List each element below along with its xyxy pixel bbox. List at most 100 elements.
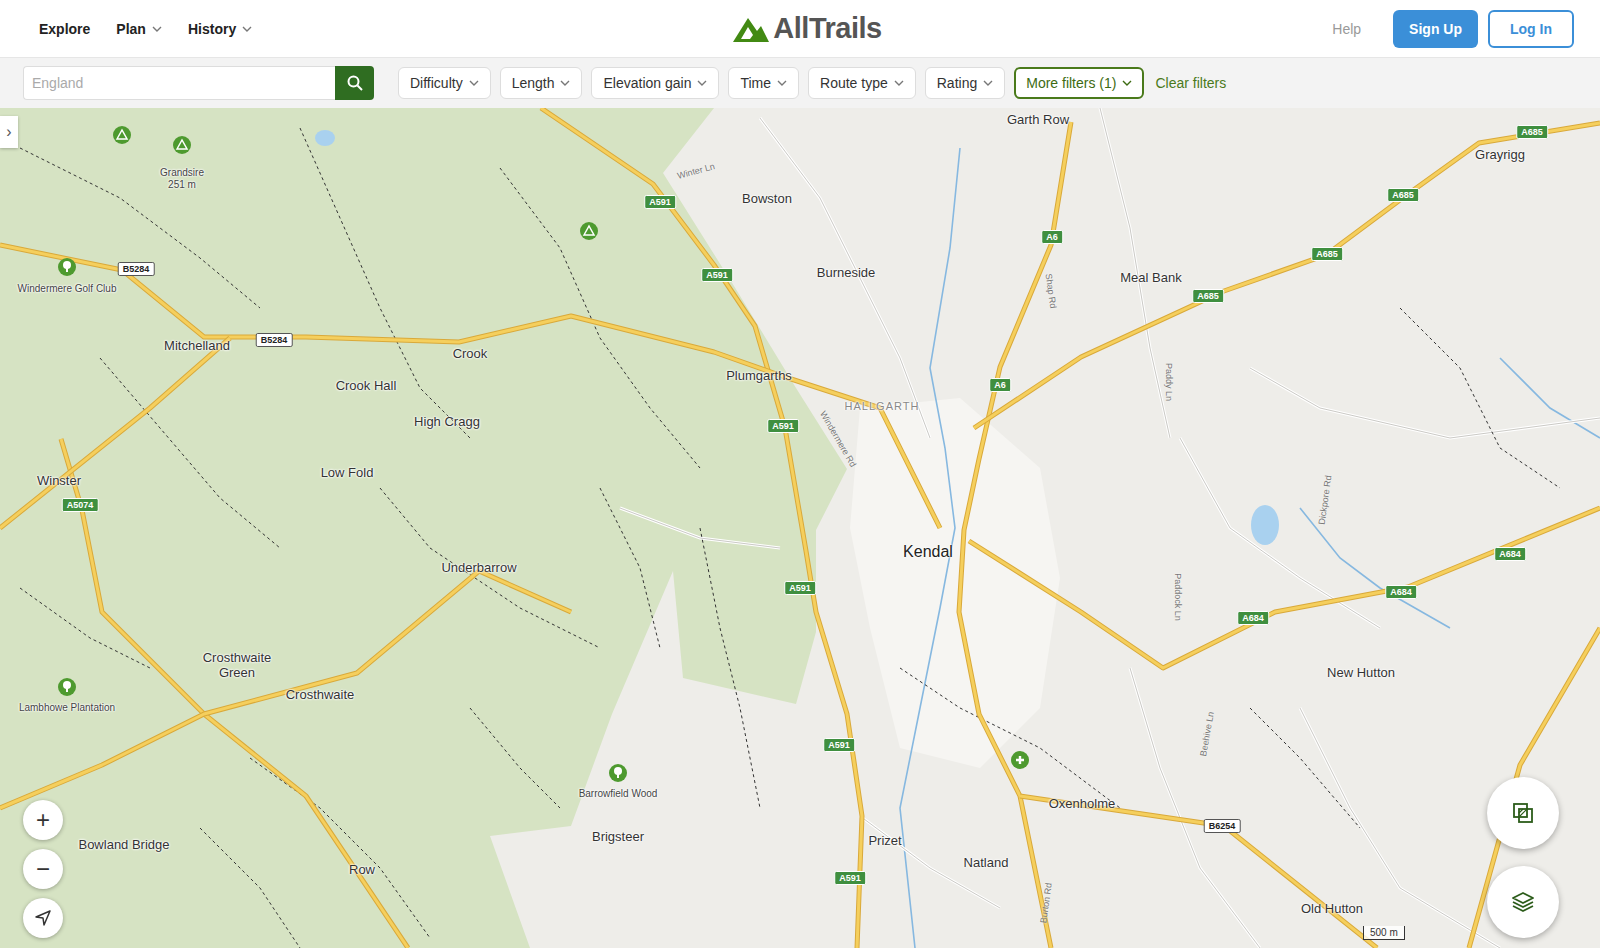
search-input[interactable] (23, 66, 335, 100)
filter-chip[interactable]: Length (500, 67, 583, 99)
place-label: Brigsteer (592, 830, 644, 845)
nav-item[interactable]: Plan (116, 21, 162, 37)
place-label: Prizet (868, 834, 901, 849)
chevron-icon (697, 80, 707, 86)
minor-road (1250, 368, 1600, 438)
place-label: Lambhowe Plantation (19, 702, 115, 714)
place-label: Bowston (742, 192, 792, 207)
filter-chip[interactable]: Difficulty (398, 67, 491, 99)
minor-road-edge (1300, 708, 1500, 948)
major-road (0, 245, 785, 377)
town-area (850, 398, 1060, 768)
map-canvas[interactable] (0, 108, 1600, 948)
nav-item[interactable]: History (188, 21, 252, 37)
peak-icon[interactable] (113, 126, 131, 144)
layers-icon (1511, 890, 1535, 914)
filter-chip[interactable]: More filters (1) (1014, 67, 1144, 99)
filter-chip[interactable]: Rating (925, 67, 1005, 99)
river (900, 148, 960, 948)
lake (1251, 505, 1279, 545)
river (1300, 508, 1450, 628)
search-box (23, 66, 374, 100)
trail[interactable] (1400, 308, 1560, 488)
place-label: Burneside (817, 266, 876, 281)
trail[interactable] (600, 488, 660, 648)
major-road (61, 439, 408, 948)
place-label: Old Hutton (1301, 902, 1363, 917)
minor-road (1300, 708, 1500, 948)
major-road-fill (0, 571, 571, 808)
park-icon[interactable] (58, 258, 76, 276)
trail[interactable] (100, 358, 280, 548)
map-buttons (1487, 777, 1559, 938)
park-icon[interactable] (609, 764, 627, 782)
filter-chip[interactable]: Elevation gain (591, 67, 719, 99)
sidebar-toggle[interactable]: › (0, 116, 18, 148)
help-link[interactable]: Help (1332, 21, 1361, 37)
search-button[interactable] (335, 66, 374, 100)
log-in-button[interactable]: Log In (1488, 10, 1574, 48)
place-label: Low Fold (321, 466, 374, 481)
zoom-button[interactable]: − (23, 849, 63, 889)
place-label: CrosthwaiteGreen (203, 651, 272, 681)
layers-button[interactable] (1487, 866, 1559, 938)
chevron-icon (152, 26, 162, 32)
chevron-icon (983, 80, 993, 86)
major-road-fill (0, 338, 230, 528)
major-road (1469, 628, 1600, 948)
major-road-fill (1020, 796, 1377, 948)
road-badge: A591 (784, 581, 816, 595)
place-label: Garth Row (1007, 113, 1069, 128)
locate-button[interactable] (23, 898, 63, 938)
trail[interactable] (700, 528, 760, 808)
major-road (0, 338, 230, 528)
road-badge: A6 (989, 378, 1011, 392)
peak-icon[interactable] (173, 136, 191, 154)
major-road-fill (541, 108, 862, 948)
trail[interactable] (20, 588, 150, 668)
street-label: Paddy Ln (1164, 363, 1174, 401)
location-arrow-icon (35, 910, 51, 926)
major-road (785, 377, 940, 528)
logo[interactable]: AllTrails (731, 12, 881, 45)
minor-road (760, 118, 930, 438)
trail[interactable] (900, 668, 1120, 808)
hospital-icon[interactable] (1011, 751, 1029, 769)
road-badge: A591 (834, 871, 866, 885)
major-road-fill (1469, 628, 1600, 948)
map[interactable]: Winter LnWindermere RdShap RdPaddy LnDic… (0, 108, 1600, 948)
sign-up-button[interactable]: Sign Up (1393, 10, 1478, 48)
filter-chip[interactable]: Route type (808, 67, 916, 99)
major-road (974, 123, 1600, 428)
place-label: Kendal (903, 543, 953, 561)
trail[interactable] (1250, 708, 1360, 828)
trail[interactable] (500, 168, 700, 468)
major-road-fill (969, 508, 1600, 668)
trail[interactable] (300, 128, 470, 438)
peak-icon[interactable] (580, 222, 598, 240)
major-road-fill (974, 123, 1600, 428)
place-label: Grandsire251 m (160, 167, 204, 190)
major-road-fill (61, 439, 408, 948)
road-badge: A684 (1494, 547, 1526, 561)
overlay-button[interactable] (1487, 777, 1559, 849)
road-badge: B5284 (256, 333, 293, 347)
road-badge: A685 (1311, 247, 1343, 261)
road-badge: A685 (1192, 289, 1224, 303)
chevron-icon (1122, 80, 1132, 86)
clear-filters-link[interactable]: Clear filters (1155, 75, 1226, 91)
place-label: Barrowfield Wood (579, 788, 658, 800)
major-road-fill (785, 377, 940, 528)
mountain-icon (731, 15, 771, 43)
main-nav: Explore Plan History (39, 21, 731, 37)
park-icon[interactable] (58, 678, 76, 696)
trail[interactable] (200, 828, 300, 948)
trail[interactable] (470, 708, 560, 808)
place-label: Bowland Bridge (78, 838, 169, 853)
zoom-button[interactable]: + (23, 800, 63, 840)
overlay-icon (1511, 801, 1535, 825)
street-label: Paddock Ln (1173, 573, 1183, 621)
filter-chip[interactable]: Time (728, 67, 799, 99)
road-badge: A684 (1385, 585, 1417, 599)
nav-item[interactable]: Explore (39, 21, 90, 37)
